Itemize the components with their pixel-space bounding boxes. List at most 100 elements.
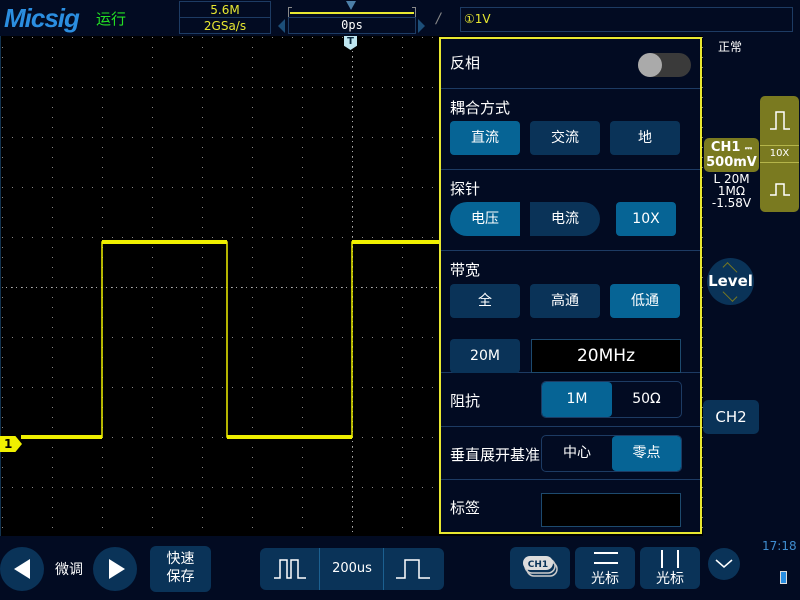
grid-dot <box>702 197 703 198</box>
grid-dot <box>202 517 203 518</box>
center-axis-dot <box>201 287 202 288</box>
impedance-1m-option[interactable]: 1M <box>542 382 612 417</box>
grid-dot <box>402 37 403 38</box>
ch1-probe-ratio-control[interactable]: 10X <box>760 96 799 212</box>
probe-current-button[interactable]: 电流 <box>530 202 600 236</box>
trigger-info[interactable]: ①1V <box>460 7 793 32</box>
grid-dot <box>252 177 253 178</box>
grid-dot <box>222 37 223 38</box>
delay-left-arrow-icon[interactable] <box>278 19 285 33</box>
coupling-ac-button[interactable]: 交流 <box>530 121 600 155</box>
trigger-level-button[interactable]: Level <box>707 258 754 305</box>
channel-select-button[interactable]: CH1 <box>510 547 570 589</box>
bandwidth-20m-button[interactable]: 20M <box>450 339 520 373</box>
vertical-ref-center-option[interactable]: 中心 <box>542 436 612 471</box>
grid-dot <box>252 37 253 38</box>
timebase-value[interactable]: 200us <box>320 548 384 590</box>
ch1-scale: 500mV <box>706 155 757 170</box>
quick-save-button[interactable]: 快速 保存 <box>150 546 211 592</box>
timebase-slower-icon[interactable] <box>395 558 431 580</box>
grid-dot <box>422 87 423 88</box>
grid-dot <box>222 387 223 388</box>
grid-dot <box>432 187 433 188</box>
grid-dot <box>62 187 63 188</box>
center-axis-dot <box>146 287 147 288</box>
vertical-cursor-button[interactable]: 光标 <box>640 547 700 589</box>
delay-right-arrow-icon[interactable] <box>418 19 425 33</box>
horizontal-cursor-button[interactable]: 光标 <box>575 547 635 589</box>
grid-dot <box>152 257 153 258</box>
grid-dot <box>702 487 703 488</box>
grid-dot <box>52 67 53 68</box>
grid-dot <box>252 507 253 508</box>
impedance-50ohm-option[interactable]: 50Ω <box>612 382 681 417</box>
ch2-button[interactable]: CH2 <box>703 400 759 434</box>
probe-label: 探针 <box>450 180 481 198</box>
grid-dot <box>292 37 293 38</box>
more-menu-button[interactable] <box>708 548 740 580</box>
coupling-section: 耦合方式 直流 交流 地 <box>441 89 700 170</box>
grid-dot <box>352 237 353 238</box>
grid-dot <box>312 487 313 488</box>
pulse-down-icon[interactable] <box>769 176 791 198</box>
trigger-mode[interactable]: 正常 <box>718 38 742 55</box>
grid-dot <box>202 317 203 318</box>
grid-dot <box>122 187 123 188</box>
vertical-ref-zero-option[interactable]: 零点 <box>612 436 681 471</box>
rising-edge-icon[interactable]: / <box>436 11 441 27</box>
fine-left-button[interactable] <box>0 547 44 591</box>
grid-dot <box>352 467 353 468</box>
center-axis-dot <box>331 287 332 288</box>
invert-toggle[interactable] <box>638 53 691 77</box>
probe-voltage-button[interactable]: 电压 <box>450 202 520 236</box>
grid-dot <box>102 477 103 478</box>
grid-dot <box>282 187 283 188</box>
fine-right-button[interactable] <box>93 547 137 591</box>
grid-dot <box>2 287 3 288</box>
center-axis-dot <box>26 287 27 288</box>
bandwidth-value-field[interactable]: 20MHz <box>531 339 681 373</box>
grid-dot <box>262 287 263 288</box>
pulse-up-icon[interactable] <box>769 109 791 131</box>
trigger-delay[interactable]: 0ps <box>288 17 416 34</box>
bandwidth-full-button[interactable]: 全 <box>450 284 520 318</box>
probe-ratio-button[interactable]: 10X <box>616 202 676 236</box>
impedance-selector[interactable]: 1M 50Ω <box>541 381 682 418</box>
grid-dot <box>122 87 123 88</box>
grid-dot <box>52 37 53 38</box>
vertical-ref-selector[interactable]: 中心 零点 <box>541 435 682 472</box>
grid-dot <box>32 187 33 188</box>
grid-dot <box>52 387 53 388</box>
grid-dot <box>52 317 53 318</box>
grid-dot <box>302 247 303 248</box>
grid-dot <box>282 337 283 338</box>
grid-dot <box>252 167 253 168</box>
center-axis-dot <box>391 287 392 288</box>
grid-dot <box>332 87 333 88</box>
grid-dot <box>52 57 53 58</box>
grid-dot <box>182 337 183 338</box>
grid-dot <box>52 257 53 258</box>
ch1-scale-badge[interactable]: CH1 ⎓ 500mV <box>704 138 759 172</box>
acquisition-info[interactable]: 5.6M 2GSa/s <box>179 1 271 34</box>
center-axis-dot <box>352 216 353 217</box>
timebase-faster-icon[interactable] <box>273 558 307 580</box>
grid-dot <box>52 367 53 368</box>
grid-dot <box>362 87 363 88</box>
coupling-gnd-button[interactable]: 地 <box>610 121 680 155</box>
bandwidth-highpass-button[interactable]: 高通 <box>530 284 600 318</box>
grid-dot <box>102 217 103 218</box>
grid-dot <box>352 77 353 78</box>
coupling-dc-button[interactable]: 直流 <box>450 121 520 155</box>
tag-input[interactable] <box>541 493 681 527</box>
grid-dot <box>152 57 153 58</box>
center-axis-dot <box>352 96 353 97</box>
grid-dot <box>372 337 373 338</box>
grid-dot <box>402 187 403 188</box>
center-axis-dot <box>366 287 367 288</box>
grid-dot <box>102 67 103 68</box>
center-axis-dot <box>176 287 177 288</box>
bandwidth-lowpass-button[interactable]: 低通 <box>610 284 680 318</box>
run-stop-status[interactable]: 运行 <box>96 8 126 29</box>
grid-dot <box>202 37 203 38</box>
